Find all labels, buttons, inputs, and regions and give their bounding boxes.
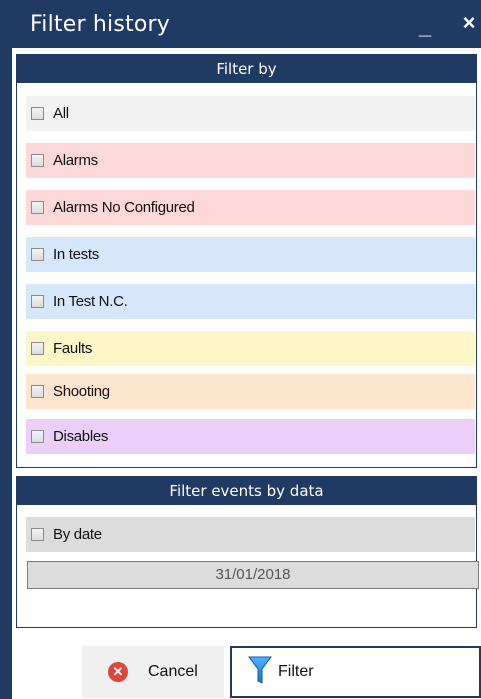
title-bar: Filter history _ ×: [0, 0, 481, 48]
by-date-label: By date: [53, 526, 102, 543]
checkbox-disables[interactable]: [31, 430, 44, 443]
cancel-button[interactable]: ✕ Cancel: [82, 646, 224, 698]
checkbox-all[interactable]: [31, 107, 44, 120]
filter-label-alarms: Alarms: [53, 152, 98, 169]
cancel-icon: ✕: [108, 662, 128, 682]
filter-events-group: Filter events by data By date 31/01/2018: [16, 476, 479, 628]
checkbox-by-date[interactable]: [31, 528, 44, 541]
checkbox-faults[interactable]: [31, 342, 44, 355]
checkbox-in-tests[interactable]: [31, 248, 44, 261]
filter-row-disables[interactable]: Disables: [26, 419, 475, 454]
filter-row-in-tests[interactable]: In tests: [26, 237, 475, 272]
filter-row-alarms[interactable]: Alarms: [26, 143, 475, 178]
dialog-body: Filter by All Alarms Alarms No Configure…: [12, 48, 481, 699]
checkbox-in-test-nc[interactable]: [31, 295, 44, 308]
filter-events-header: Filter events by data: [17, 477, 476, 505]
funnel-icon: [248, 654, 272, 691]
filter-label-alarms-no-configured: Alarms No Configured: [53, 199, 195, 216]
filter-label-all: All: [53, 105, 69, 122]
filter-label-faults: Faults: [53, 340, 93, 357]
checkbox-alarms[interactable]: [31, 154, 44, 167]
filter-label: Filter: [278, 663, 314, 680]
filter-row-in-test-nc[interactable]: In Test N.C.: [26, 284, 475, 319]
filter-row-alarms-no-configured[interactable]: Alarms No Configured: [26, 190, 475, 225]
cancel-label: Cancel: [148, 663, 198, 680]
filter-row-faults[interactable]: Faults: [26, 331, 475, 366]
filter-by-header: Filter by: [17, 55, 476, 83]
filter-label-in-tests: In tests: [53, 246, 99, 263]
filter-button[interactable]: Filter: [230, 646, 481, 698]
filter-by-group: Filter by All Alarms Alarms No Configure…: [16, 54, 477, 468]
filter-label-disables: Disables: [53, 428, 109, 445]
close-button[interactable]: ×: [458, 10, 480, 36]
date-field[interactable]: 31/01/2018: [27, 561, 479, 589]
window-title: Filter history: [30, 12, 170, 37]
filter-label-shooting: Shooting: [53, 383, 110, 400]
filter-row-shooting[interactable]: Shooting: [26, 374, 475, 409]
minimize-button[interactable]: _: [414, 14, 436, 40]
filter-history-window: Filter history _ × Filter by All Alarms …: [0, 0, 481, 699]
checkbox-shooting[interactable]: [31, 385, 44, 398]
filter-row-by-date[interactable]: By date: [26, 517, 475, 552]
filter-row-all[interactable]: All: [26, 96, 475, 131]
filter-label-in-test-nc: In Test N.C.: [53, 293, 128, 310]
checkbox-alarms-no-configured[interactable]: [31, 201, 44, 214]
